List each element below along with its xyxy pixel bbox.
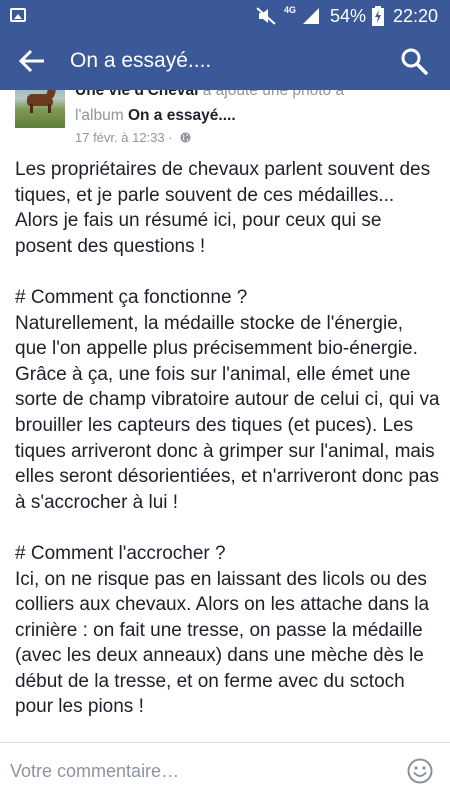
post-paragraph: # Comment l'accrocher ? Ici, on ne risqu… (15, 542, 430, 718)
battery-percentage: 54% (330, 6, 367, 26)
album-link[interactable]: On a essayé.... (128, 107, 236, 124)
app-bar: On a essayé.... (0, 32, 450, 90)
globe-icon (180, 132, 191, 143)
clock: 22:20 (393, 6, 439, 26)
network-type: 4G (284, 5, 297, 15)
battery-charging-icon (372, 6, 384, 26)
search-icon[interactable] (400, 47, 428, 75)
signal-icon (303, 8, 319, 24)
smiley-icon[interactable] (407, 758, 433, 784)
comment-input[interactable]: Votre commentaire… (10, 761, 179, 782)
post-meta: 17 févr. à 12:33 · (75, 130, 191, 145)
comment-composer[interactable]: Votre commentaire… (0, 742, 450, 800)
mute-icon (256, 7, 276, 25)
back-arrow-icon[interactable] (18, 48, 46, 74)
page-avatar[interactable] (15, 90, 65, 128)
post-date[interactable]: 17 févr. à 12:33 · (75, 130, 173, 145)
post-actor-line: Une vie d'Cheval a ajouté une photo à (75, 90, 344, 100)
status-bar: 4G 54% 22:20 (0, 0, 450, 32)
album-prefix: l'album (75, 107, 128, 124)
post-body: Les propriétaires de chevaux parlent sou… (15, 157, 440, 720)
post-paragraph: # Comment ça fonctionne ? Naturellement,… (15, 286, 440, 513)
post-header: Une vie d'Cheval a ajouté une photo à l'… (0, 90, 450, 148)
album-line: l'album On a essayé.... (75, 107, 236, 125)
author-name[interactable]: Une vie d'Cheval (75, 90, 198, 99)
page-title: On a essayé.... (70, 49, 212, 72)
image-notification-icon (10, 8, 26, 22)
post-paragraph: Les propriétaires de chevaux parlent sou… (15, 159, 431, 257)
post-action: a ajouté une photo à (198, 90, 345, 99)
